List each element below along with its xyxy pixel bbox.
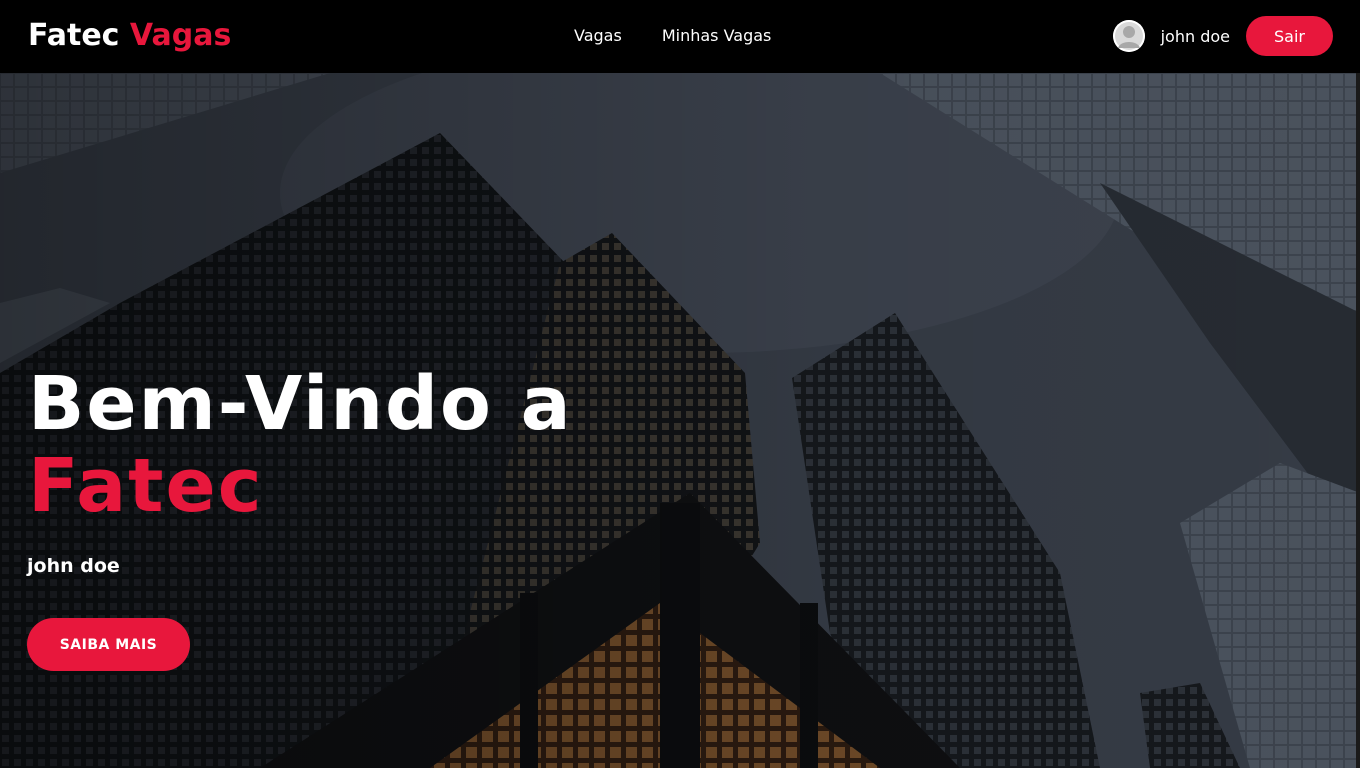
logout-button[interactable]: Sair [1246, 16, 1333, 56]
saiba-mais-button[interactable]: SAIBA MAIS [27, 618, 190, 671]
main-nav: Vagas Minhas Vagas [574, 26, 771, 46]
hero-subtitle: john doe [27, 555, 120, 577]
hero-title: Bem-Vindo a Fatec [28, 363, 573, 527]
brand-primary: Fatec [28, 18, 120, 53]
navbar: Fatec Vagas Vagas Minhas Vagas john doe … [0, 0, 1360, 73]
user-area: john doe Sair [1112, 16, 1333, 56]
nav-link-vagas[interactable]: Vagas [574, 26, 622, 46]
brand-logo[interactable]: Fatec Vagas [28, 17, 231, 55]
hero-section: Bem-Vindo a Fatec john doe SAIBA MAIS [0, 73, 1360, 768]
nav-link-minhas-vagas[interactable]: Minhas Vagas [662, 26, 772, 46]
user-avatar-icon[interactable] [1112, 20, 1145, 52]
hero-title-line1: Bem-Vindo a [28, 361, 573, 447]
user-name: john doe [1160, 26, 1230, 46]
brand-accent: Vagas [129, 18, 232, 53]
scrollbar[interactable] [1356, 73, 1360, 768]
hero-title-line2: Fatec [28, 443, 264, 529]
